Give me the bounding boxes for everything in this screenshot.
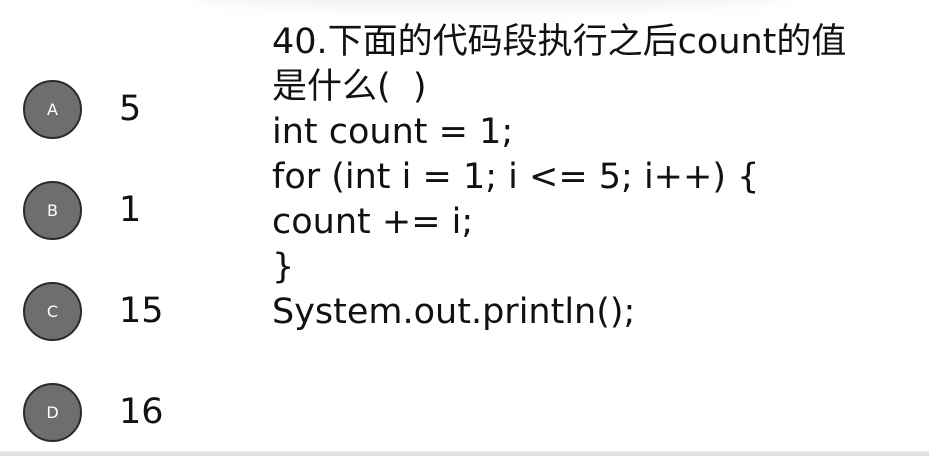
bottom-divider: [0, 451, 929, 456]
code-line-closing-brace: }: [272, 247, 295, 287]
option-a-value: 5: [119, 89, 142, 129]
code-line-declaration: int count = 1;: [272, 112, 514, 152]
option-c[interactable]: C 15: [0, 282, 230, 346]
option-d-value: 16: [119, 392, 164, 432]
option-d-letter-circle[interactable]: D: [23, 383, 82, 442]
code-line-increment: count += i;: [272, 202, 474, 242]
option-c-letter-circle[interactable]: C: [23, 282, 82, 341]
option-d[interactable]: D 16: [0, 383, 230, 447]
option-b-value: 1: [119, 190, 142, 230]
code-line-for-loop: for (int i = 1; i <= 5; i++) {: [272, 157, 760, 197]
option-c-value: 15: [119, 291, 164, 331]
option-a-letter-circle[interactable]: A: [23, 80, 82, 139]
question-title-line-1: 40.下面的代码段执行之后count的值: [272, 22, 847, 62]
code-line-println: System.out.println();: [272, 292, 636, 332]
top-shadow: [190, 0, 790, 8]
question-block: 40.下面的代码段执行之后count的值 是什么( ) int count = …: [272, 20, 912, 335]
question-title-line-2: 是什么( ): [272, 67, 427, 107]
option-b-letter-circle[interactable]: B: [23, 181, 82, 240]
option-b[interactable]: B 1: [0, 181, 230, 245]
option-a[interactable]: A 5: [0, 80, 230, 144]
